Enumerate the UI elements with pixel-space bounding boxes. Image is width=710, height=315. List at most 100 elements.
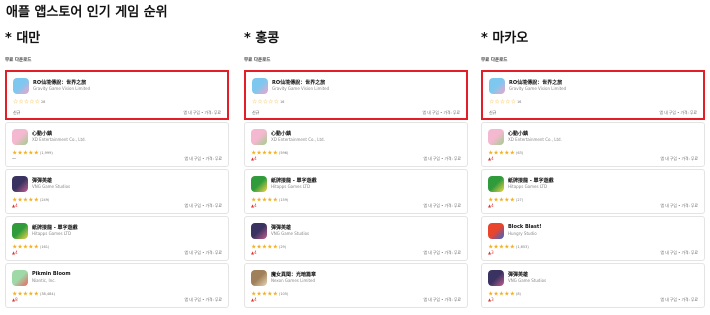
rank-change-badge: 신규	[252, 110, 260, 115]
app-icon[interactable]	[12, 270, 28, 286]
app-card[interactable]: 心動小鎮 XD Entertainment Co., Ltd. ★★★★★(63) ▲…	[481, 122, 705, 167]
app-name[interactable]: Pikmin Bloom	[32, 271, 71, 277]
app-card[interactable]: RO仙境傳說：世界之旅 Gravity Game Vision Limited ☆☆…	[244, 70, 468, 120]
country-column: * 대만 무료 다운로드 RO仙境傳說：世界之旅 Gravity Game Visio…	[5, 30, 229, 310]
app-icon[interactable]	[12, 176, 28, 192]
rank-change-badge: 신규	[489, 110, 497, 115]
rank-change-badge: ▲3	[488, 250, 494, 255]
app-card[interactable]: Pikmin Bloom Niantic, Inc. ★★★★★(38,484) ▲8…	[5, 263, 229, 308]
app-list: RO仙境傳說：世界之旅 Gravity Game Vision Limited ☆☆…	[481, 70, 705, 308]
app-card[interactable]: 心動小鎮 XD Entertainment Co., Ltd. ★★★★★(1,99…	[5, 122, 229, 167]
developer-name: XD Entertainment Co., Ltd.	[508, 137, 562, 142]
developer-name: VNG Game Studios	[32, 184, 71, 189]
free-download-label: 무료 다운로드	[244, 58, 271, 63]
app-icon[interactable]	[488, 129, 504, 145]
app-name[interactable]: 彈彈英雄	[32, 177, 52, 184]
in-app-purchase-label: 앱 내 구입 • 가격: 무료	[423, 297, 462, 302]
app-icon[interactable]	[251, 176, 267, 192]
in-app-purchase-label: 앱 내 구입 • 가격: 무료	[423, 203, 462, 208]
app-name[interactable]: 紙牌接龍 - 單字遊戲	[32, 224, 78, 231]
developer-name: VNG Game Studios	[508, 278, 547, 283]
rating-count: (29)	[278, 245, 287, 249]
app-card[interactable]: 紙牌接龍 - 單字遊戲 Hitapps Games LTD ★★★★★(161) ▲4…	[5, 216, 229, 261]
app-icon[interactable]	[252, 78, 268, 94]
app-name[interactable]: 紙牌接龍 - 單字遊戲	[508, 177, 554, 184]
app-card[interactable]: 心動小鎮 XD Entertainment Co., Ltd. ★★★★★(596)…	[244, 122, 468, 167]
rating-stars: ☆☆☆☆☆16	[489, 99, 521, 106]
app-card[interactable]: 彈彈英雄 VNG Game Studios ★★★★★(249) ▲4 앱 내 구입 •…	[5, 169, 229, 214]
app-icon[interactable]	[251, 223, 267, 239]
star-icon: ★	[272, 290, 278, 298]
developer-name: Hungry Studio	[508, 231, 537, 236]
rating-stars: ★★★★★(38,484)	[12, 291, 55, 298]
rank-change-badge: ▲4	[12, 203, 18, 208]
rating-count: (1,653)	[515, 245, 529, 249]
app-name[interactable]: 心動小鎮	[508, 130, 528, 137]
star-icon: ★	[33, 243, 39, 251]
app-name[interactable]: RO仙境傳說：世界之旅	[509, 79, 562, 86]
app-card[interactable]: 魔女異聞：光暗篇章 Nexon Games Limited ★★★★★(105) ▲4…	[244, 263, 468, 308]
app-name[interactable]: RO仙境傳說：世界之旅	[33, 79, 86, 86]
app-name[interactable]: 心動小鎮	[32, 130, 52, 137]
in-app-purchase-label: 앱 내 구입 • 가격: 무료	[423, 250, 462, 255]
rating-count: (27)	[515, 198, 524, 202]
star-icon: ★	[509, 196, 515, 204]
app-card[interactable]: 紙牌接龍 - 單字遊戲 Hitapps Games LTD ★★★★★(159) ▲4…	[244, 169, 468, 214]
app-name[interactable]: 魔女異聞：光暗篇章	[271, 271, 316, 278]
rating-stars: ★★★★★(1,999)	[12, 150, 53, 157]
app-icon[interactable]	[489, 78, 505, 94]
app-card[interactable]: 彈彈英雄 VNG Game Studios ★★★★★(29) ▲4 앱 내 구입 • …	[244, 216, 468, 261]
app-name[interactable]: 心動小鎮	[271, 130, 291, 137]
in-app-purchase-label: 앱 내 구입 • 가격: 무료	[423, 156, 462, 161]
in-app-purchase-label: 앱 내 구입 • 가격: 무료	[184, 156, 223, 161]
app-icon[interactable]	[13, 78, 29, 94]
in-app-purchase-label: 앱 내 구입 • 가격: 무료	[660, 297, 699, 302]
app-name[interactable]: 彈彈英雄	[508, 271, 528, 278]
developer-name: VNG Game Studios	[271, 231, 310, 236]
rank-change-badge: 신규	[13, 110, 21, 115]
app-name[interactable]: 彈彈英雄	[271, 224, 291, 231]
app-icon[interactable]	[251, 129, 267, 145]
app-card[interactable]: 彈彈英雄 VNG Game Studios ★★★★★(8) ▲3 앱 내 구입 • 가…	[481, 263, 705, 308]
developer-name: XD Entertainment Co., Ltd.	[32, 137, 86, 142]
app-icon[interactable]	[12, 129, 28, 145]
country-title: * 대만	[5, 31, 41, 46]
country-column: * 마카오 무료 다운로드 RO仙境傳說：世界之旅 Gravity Game Visi…	[481, 30, 705, 310]
app-icon[interactable]	[251, 270, 267, 286]
app-icon[interactable]	[488, 176, 504, 192]
app-list: RO仙境傳說：世界之旅 Gravity Game Vision Limited ☆☆…	[5, 70, 229, 308]
app-icon[interactable]	[488, 270, 504, 286]
rating-count: (63)	[515, 151, 524, 155]
rating-count: 16	[516, 100, 522, 104]
app-icon[interactable]	[488, 223, 504, 239]
rating-count: (38,484)	[39, 292, 55, 296]
developer-name: Nexon Games Limited	[271, 278, 316, 283]
rating-count: (8)	[515, 292, 521, 296]
in-app-purchase-label: 앱 내 구입 • 가격: 무료	[184, 297, 223, 302]
star-icon: ★	[33, 290, 39, 298]
developer-name: Gravity Game Vision Limited	[33, 86, 91, 91]
in-app-purchase-label: 앱 내 구입 • 가격: 무료	[660, 203, 699, 208]
developer-name: Niantic, Inc.	[32, 278, 56, 283]
rank-change-badge: ▲4	[251, 156, 257, 161]
rank-change-badge: ▲4	[12, 250, 18, 255]
app-card[interactable]: RO仙境傳說：世界之旅 Gravity Game Vision Limited ☆☆…	[5, 70, 229, 120]
rating-count: (1,999)	[39, 151, 53, 155]
rank-change-badge: ▲4	[251, 250, 257, 255]
star-icon: ★	[272, 243, 278, 251]
app-card[interactable]: Block Blast! Hungry Studio ★★★★★(1,653) ▲3 앱…	[481, 216, 705, 261]
page-title: 애플 앱스토어 인기 게임 순위	[6, 5, 168, 20]
app-name[interactable]: Block Blast!	[508, 224, 542, 230]
app-name[interactable]: 紙牌接龍 - 單字遊戲	[271, 177, 317, 184]
in-app-purchase-label: 앱 내 구입 • 가격: 무료	[184, 250, 223, 255]
app-icon[interactable]	[12, 223, 28, 239]
app-card[interactable]: RO仙境傳說：世界之旅 Gravity Game Vision Limited ☆☆…	[481, 70, 705, 120]
country-title: * 홍콩	[244, 31, 280, 46]
star-icon: ☆	[510, 98, 516, 106]
developer-name: Gravity Game Vision Limited	[509, 86, 567, 91]
app-card[interactable]: 紙牌接龍 - 單字遊戲 Hitapps Games LTD ★★★★★(27) ▲4 앱…	[481, 169, 705, 214]
developer-name: Hitapps Games LTD	[32, 231, 72, 236]
rank-change-badge: ▲8	[12, 297, 18, 302]
rating-count: (159)	[278, 198, 289, 202]
app-name[interactable]: RO仙境傳說：世界之旅	[272, 79, 325, 86]
